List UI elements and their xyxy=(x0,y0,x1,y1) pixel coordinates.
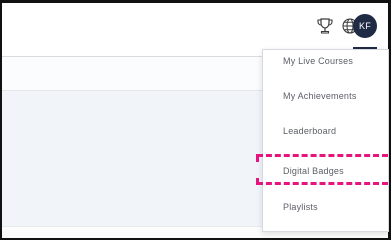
menu-item-my-achievements[interactable]: My Achievements xyxy=(263,87,388,105)
menu-item-leaderboard[interactable]: Leaderboard xyxy=(263,122,388,140)
avatar-initials: KF xyxy=(358,21,372,31)
menu-item-label: My Achievements xyxy=(283,91,357,101)
highlight-edge xyxy=(256,178,259,185)
menu-item-playlists[interactable]: Playlists xyxy=(263,198,388,216)
highlight-edge xyxy=(256,154,259,162)
menu-item-label: Leaderboard xyxy=(283,126,337,136)
avatar[interactable]: KF xyxy=(353,14,377,38)
menu-item-my-live-courses[interactable]: My Live Courses xyxy=(263,52,388,70)
highlight-box xyxy=(257,154,388,185)
trophy-icon[interactable] xyxy=(311,12,339,40)
user-dropdown-menu: My Live Courses My Achievements Leaderbo… xyxy=(262,49,389,232)
menu-item-label: Playlists xyxy=(283,202,318,212)
menu-item-label: My Live Courses xyxy=(283,56,354,66)
